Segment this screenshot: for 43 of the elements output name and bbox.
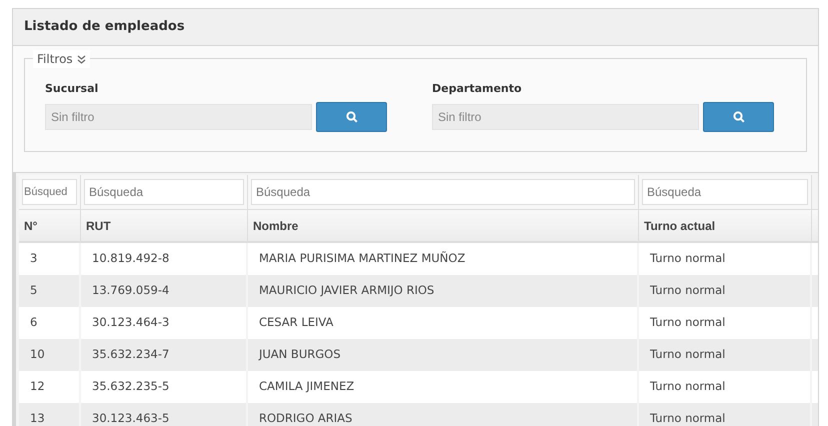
chevrons-down-icon[interactable] [76,54,86,64]
table-cell-text: 13.769.059-4 [92,282,170,300]
filters-legend: Filtros [37,50,73,68]
table-cell-text: 3 [30,250,38,268]
filter-label: Sucursal [45,81,100,97]
table-cell-text: 12 [30,378,45,396]
search-icon [346,110,358,122]
column-header[interactable]: RUT [86,216,111,234]
filter-field[interactable]: Sin filtro [45,104,312,130]
column-search-field[interactable]: Búsqueda [642,179,808,205]
column-search-field[interactable]: Búsqueda [251,179,635,205]
table-cell-text: MAURICIO JAVIER ARMIJO RIOS [259,282,434,300]
search-button[interactable] [316,102,387,132]
table-cell-text: Turno normal [650,282,726,300]
table-cell: Turno normal [650,410,726,426]
table-cell: 30.123.463-5 [92,410,170,426]
table-cell-text: Turno normal [650,346,726,364]
table-cell-text: CESAR LEIVA [259,314,334,332]
column-search-field[interactable]: Búsqueda [84,179,244,205]
table-cell: RODRIGO ARIAS [259,410,352,426]
filter-label: Departamento [432,81,523,97]
table-cell-text: JUAN BURGOS [259,346,340,364]
table-cell: 13 [30,410,45,426]
table-cell-text: 6 [30,314,38,332]
column-header[interactable]: Nombre [253,216,298,234]
table-cell-text: 5 [30,282,38,300]
panel-title: Listado de empleados [24,18,185,36]
table-cell-text: MARIA PURISIMA MARTINEZ MUÑOZ [259,250,466,268]
table-cell-text: CAMILA JIMENEZ [259,378,354,396]
table-cell-text: 35.632.234-7 [92,346,170,364]
column-header[interactable]: Turno actual [644,216,716,234]
table-cell-text: Turno normal [650,250,726,268]
table-cell-text: 35.632.235-5 [92,378,170,396]
table-cell-text: 30.123.464-3 [92,314,170,332]
column-search-field[interactable]: Búsqued [22,179,77,205]
search-button[interactable] [703,102,774,132]
filter-field[interactable]: Sin filtro [432,104,699,130]
table-cell-text: 10 [30,346,45,364]
column-header[interactable]: N° [24,216,38,234]
table-cell-text: 10.819.492-8 [92,250,170,268]
search-icon [732,110,744,122]
table-cell-text: Turno normal [650,378,726,396]
table-cell-text: Turno normal [650,314,726,332]
